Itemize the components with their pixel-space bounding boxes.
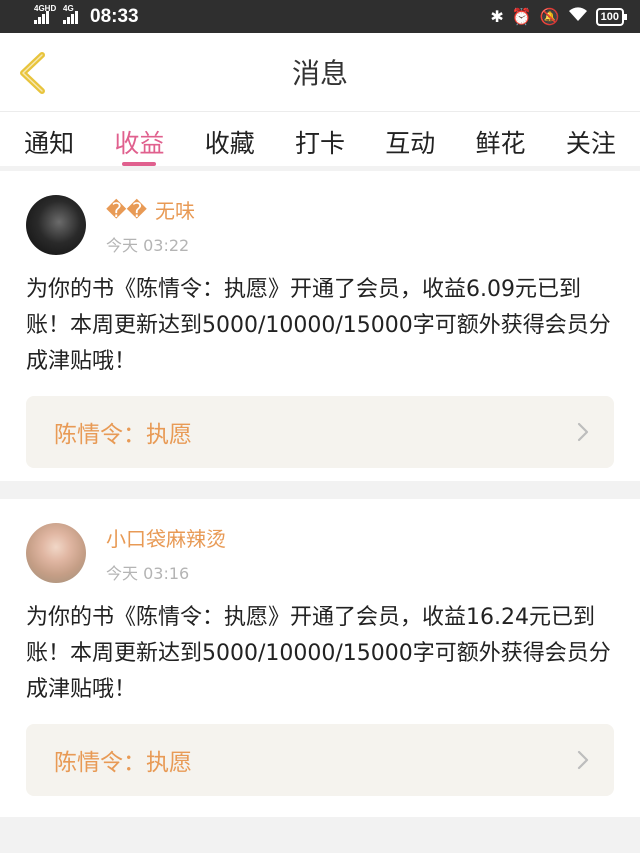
- status-right: ✱ ⏰ 🔕 100: [490, 6, 628, 27]
- message-time: 今天 03:22: [106, 236, 190, 255]
- signal-icon-2: 4G: [63, 4, 78, 24]
- tab-favorites[interactable]: 收藏: [205, 112, 255, 166]
- mute-bell-icon: 🔕: [539, 8, 560, 26]
- battery-icon: 100: [595, 7, 628, 26]
- clock: 08:33: [90, 5, 139, 27]
- signal-icon: 4GHD: [34, 4, 56, 24]
- book-title: 陈情令：执愿: [54, 750, 192, 776]
- back-button[interactable]: [14, 51, 54, 95]
- status-bar: 4GHD 4G 08:33 ✱ ⏰ 🔕 100: [0, 0, 640, 33]
- user-info: �� 无味 今天 03:22: [106, 195, 195, 256]
- page-title: 消息: [291, 57, 348, 90]
- bluetooth-icon: ✱: [490, 8, 504, 26]
- message-time: 今天 03:16: [106, 564, 190, 583]
- alarm-icon: ⏰: [511, 8, 532, 26]
- category-tabs: 通知 收益 收藏 打卡 互动 鲜花 关注: [0, 112, 640, 166]
- book-title: 陈情令：执愿: [54, 422, 192, 448]
- avatar[interactable]: [26, 195, 86, 255]
- network-label-1: 4GHD: [34, 3, 57, 13]
- message-card: 小口袋麻辣烫 今天 03:16 为你的书《陈情令：执愿》开通了会员，收益16.2…: [0, 499, 640, 817]
- chevron-right-icon: [577, 750, 589, 770]
- chevron-right-icon: [577, 422, 589, 442]
- tab-follow[interactable]: 关注: [566, 112, 616, 166]
- user-info: 小口袋麻辣烫 今天 03:16: [106, 523, 226, 584]
- message-text: 为你的书《陈情令：执愿》开通了会员，收益6.09元已到账！本周更新达到5000/…: [26, 277, 611, 374]
- message-header: 小口袋麻辣烫 今天 03:16: [26, 499, 614, 584]
- username-text: 无味: [155, 199, 196, 223]
- tab-earnings[interactable]: 收益: [114, 112, 164, 166]
- network-label-2: 4G: [63, 3, 74, 13]
- nav-header: 消息: [0, 33, 640, 112]
- tab-checkin[interactable]: 打卡: [295, 112, 345, 166]
- tab-flowers[interactable]: 鲜花: [476, 112, 526, 166]
- book-link[interactable]: 陈情令：执愿: [26, 396, 614, 468]
- username-prefix: ��: [106, 197, 148, 222]
- message-card: �� 无味 今天 03:22 为你的书《陈情令：执愿》开通了会员，收益6.09元…: [0, 171, 640, 481]
- message-header: �� 无味 今天 03:22: [26, 171, 614, 256]
- chevron-left-icon: [20, 52, 45, 94]
- status-left: 4GHD 4G 08:33: [34, 4, 139, 28]
- tab-interaction[interactable]: 互动: [385, 112, 435, 166]
- message-text: 为你的书《陈情令：执愿》开通了会员，收益16.24元已到账！本周更新达到5000…: [26, 605, 611, 702]
- wifi-icon: [568, 6, 588, 27]
- tab-notice[interactable]: 通知: [24, 112, 74, 166]
- username[interactable]: 小口袋麻辣烫: [106, 523, 226, 552]
- book-link[interactable]: 陈情令：执愿: [26, 724, 614, 796]
- username[interactable]: �� 无味: [106, 195, 195, 224]
- avatar[interactable]: [26, 523, 86, 583]
